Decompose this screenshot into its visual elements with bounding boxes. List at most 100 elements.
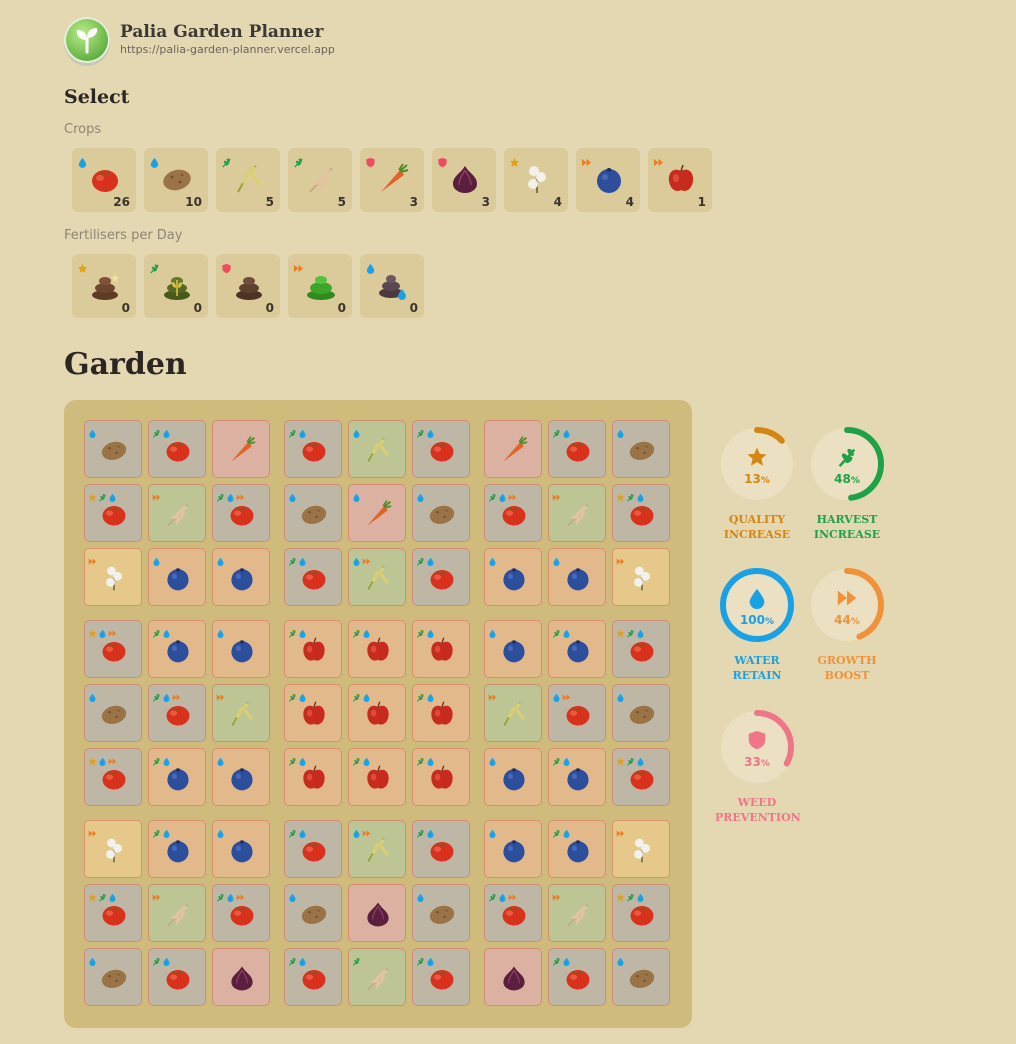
garden-tile-cotton[interactable] (612, 820, 670, 878)
garden-tile-wheat[interactable] (348, 948, 406, 1006)
garden-tile-tomato[interactable] (612, 620, 670, 678)
garden-tile-potato[interactable] (84, 684, 142, 742)
garden-tile-tomato[interactable] (612, 748, 670, 806)
garden-tile-blueberry[interactable] (148, 620, 206, 678)
crop-onion[interactable]: 3 (432, 148, 496, 212)
garden-tile-tomato[interactable] (548, 420, 606, 478)
garden-tile-blueberry[interactable] (548, 548, 606, 606)
fertiliser-weed-fertiliser[interactable]: 0 (216, 254, 280, 318)
garden-tile-blueberry[interactable] (148, 820, 206, 878)
garden-tile-rice[interactable] (348, 420, 406, 478)
crop-rice[interactable]: 5 (216, 148, 280, 212)
garden-tile-apple[interactable] (348, 748, 406, 806)
garden-tile-blueberry[interactable] (484, 548, 542, 606)
garden-tile-tomato[interactable] (612, 484, 670, 542)
garden-tile-blueberry[interactable] (484, 748, 542, 806)
garden-tile-potato[interactable] (284, 484, 342, 542)
app-url[interactable]: https://palia-garden-planner.vercel.app (120, 42, 335, 58)
fertiliser-growth-fertiliser[interactable]: 0 (288, 254, 352, 318)
garden-tile-wheat[interactable] (548, 884, 606, 942)
garden-tile-tomato[interactable] (412, 548, 470, 606)
garden-tile-rice[interactable] (348, 820, 406, 878)
garden-tile-apple[interactable] (412, 684, 470, 742)
garden-tile-cotton[interactable] (612, 548, 670, 606)
garden-tile-onion[interactable] (484, 948, 542, 1006)
app-title[interactable]: Palia Garden Planner (120, 22, 335, 42)
garden-tile-wheat[interactable] (148, 484, 206, 542)
garden-tile-blueberry[interactable] (148, 748, 206, 806)
garden-tile-tomato[interactable] (212, 484, 270, 542)
garden-tile-cotton[interactable] (84, 820, 142, 878)
garden-tile-potato[interactable] (284, 884, 342, 942)
garden-tile-apple[interactable] (284, 748, 342, 806)
garden-tile-tomato[interactable] (84, 484, 142, 542)
crop-carrot[interactable]: 3 (360, 148, 424, 212)
garden-tile-blueberry[interactable] (548, 748, 606, 806)
garden-tile-blueberry[interactable] (212, 748, 270, 806)
garden-tile-blueberry[interactable] (548, 620, 606, 678)
fertiliser-quality-fertiliser[interactable]: 0 (72, 254, 136, 318)
garden-tile-wheat[interactable] (148, 884, 206, 942)
garden-tile-tomato[interactable] (84, 748, 142, 806)
garden-tile-wheat[interactable] (548, 484, 606, 542)
garden-tile-apple[interactable] (348, 620, 406, 678)
garden-tile-rice[interactable] (348, 548, 406, 606)
garden-tile-onion[interactable] (212, 948, 270, 1006)
garden-tile-tomato[interactable] (548, 948, 606, 1006)
garden-tile-tomato[interactable] (212, 884, 270, 942)
crop-blueberry[interactable]: 4 (576, 148, 640, 212)
garden-tile-blueberry[interactable] (548, 820, 606, 878)
garden-tile-blueberry[interactable] (212, 548, 270, 606)
weed-icon (437, 153, 448, 168)
garden-tile-carrot[interactable] (348, 484, 406, 542)
garden-tile-apple[interactable] (284, 684, 342, 742)
app-logo[interactable] (64, 17, 110, 63)
garden-tile-potato[interactable] (612, 420, 670, 478)
garden-tile-carrot[interactable] (484, 420, 542, 478)
garden-tile-apple[interactable] (412, 748, 470, 806)
garden-tile-blueberry[interactable] (484, 620, 542, 678)
garden-tile-tomato[interactable] (412, 420, 470, 478)
garden-tile-apple[interactable] (412, 620, 470, 678)
garden-tile-carrot[interactable] (212, 420, 270, 478)
crop-cotton[interactable]: 4 (504, 148, 568, 212)
garden-tile-tomato[interactable] (484, 884, 542, 942)
garden-tile-blueberry[interactable] (212, 820, 270, 878)
fertiliser-water-fertiliser[interactable]: 0 (360, 254, 424, 318)
water-icon (616, 423, 625, 442)
garden-tile-apple[interactable] (284, 620, 342, 678)
garden-tile-tomato[interactable] (412, 820, 470, 878)
garden-tile-tomato[interactable] (284, 820, 342, 878)
garden-tile-tomato[interactable] (148, 420, 206, 478)
crop-tomato[interactable]: 26 (72, 148, 136, 212)
garden-tile-tomato[interactable] (412, 948, 470, 1006)
garden-tile-potato[interactable] (412, 884, 470, 942)
garden-tile-tomato[interactable] (548, 684, 606, 742)
garden-tile-potato[interactable] (412, 484, 470, 542)
garden-tile-tomato[interactable] (84, 884, 142, 942)
garden-tile-tomato[interactable] (284, 948, 342, 1006)
garden-tile-tomato[interactable] (612, 884, 670, 942)
crop-potato[interactable]: 10 (144, 148, 208, 212)
garden-tile-onion[interactable] (348, 884, 406, 942)
garden-tile-tomato[interactable] (284, 548, 342, 606)
garden-tile-apple[interactable] (348, 684, 406, 742)
garden-tile-potato[interactable] (84, 948, 142, 1006)
crop-wheat[interactable]: 5 (288, 148, 352, 212)
garden-tile-rice[interactable] (484, 684, 542, 742)
garden-tile-potato[interactable] (612, 948, 670, 1006)
garden-tile-tomato[interactable] (284, 420, 342, 478)
garden-tile-blueberry[interactable] (148, 548, 206, 606)
garden-tile-potato[interactable] (612, 684, 670, 742)
garden-tile-cotton[interactable] (84, 548, 142, 606)
garden-tile-tomato[interactable] (84, 620, 142, 678)
garden-tile-rice[interactable] (212, 684, 270, 742)
garden-tile-blueberry[interactable] (484, 820, 542, 878)
garden-tile-tomato[interactable] (148, 684, 206, 742)
garden-tile-blueberry[interactable] (212, 620, 270, 678)
crop-apple[interactable]: 1 (648, 148, 712, 212)
garden-tile-tomato[interactable] (484, 484, 542, 542)
fertiliser-harvest-fertiliser[interactable]: 0 (144, 254, 208, 318)
garden-tile-potato[interactable] (84, 420, 142, 478)
garden-tile-tomato[interactable] (148, 948, 206, 1006)
